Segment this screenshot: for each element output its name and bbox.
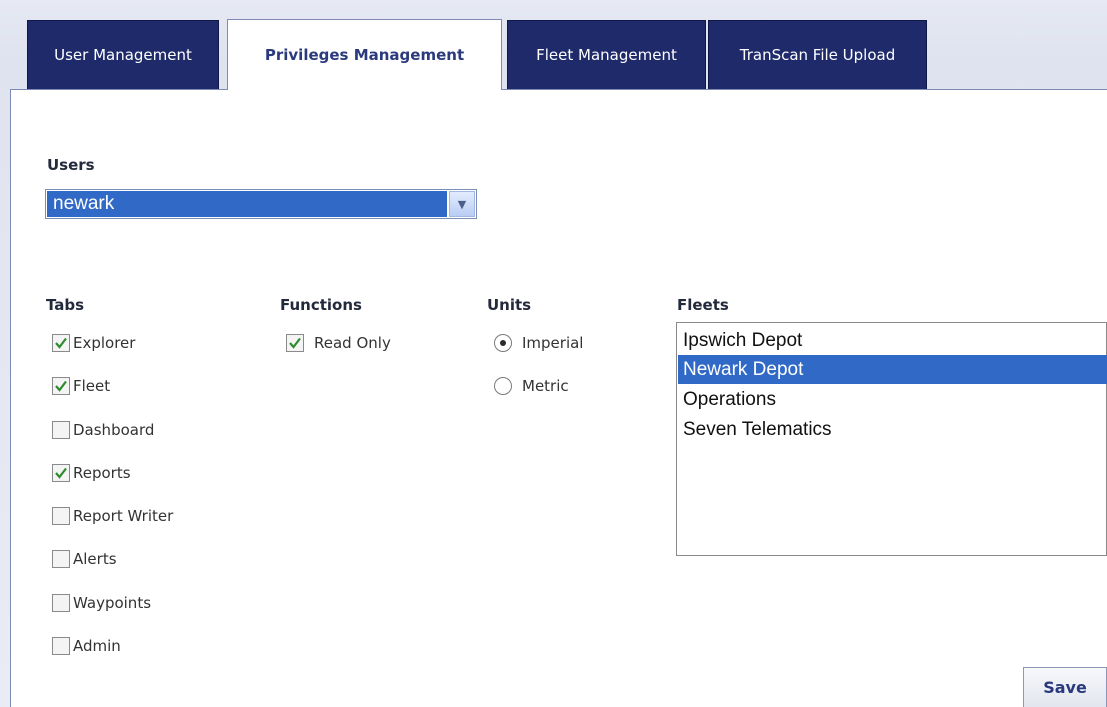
radio-button[interactable] xyxy=(494,377,512,395)
fleet-option-selected[interactable]: Newark Depot xyxy=(678,355,1107,384)
checkbox[interactable] xyxy=(52,637,70,655)
users-label: Users xyxy=(47,156,95,174)
units-label: Units xyxy=(487,296,532,314)
fleet-option[interactable]: Seven Telematics xyxy=(678,415,1107,444)
checkbox[interactable] xyxy=(52,550,70,568)
tab-transcan-file-upload[interactable]: TranScan File Upload xyxy=(708,20,927,89)
tabs-label: Tabs xyxy=(46,296,85,314)
tab-checkbox-fleet[interactable]: Fleet xyxy=(52,377,110,395)
units-option-imperial[interactable]: Imperial xyxy=(494,334,583,352)
checkbox-label: Report Writer xyxy=(73,507,174,525)
checkbox-label: Admin xyxy=(73,637,121,655)
tab-checkbox-dashboard[interactable]: Dashboard xyxy=(52,421,154,439)
functions-label: Functions xyxy=(280,296,362,314)
tab-label: TranScan File Upload xyxy=(739,46,896,64)
radio-label: Imperial xyxy=(522,334,584,352)
checkmark-icon xyxy=(289,337,301,349)
radio-label: Metric xyxy=(522,377,569,395)
tab-checkbox-reports[interactable]: Reports xyxy=(52,464,131,482)
users-select[interactable]: newark ▼ xyxy=(45,189,477,219)
checkbox-label: Fleet xyxy=(73,377,111,395)
users-select-value: newark xyxy=(47,191,447,217)
checkbox[interactable] xyxy=(52,507,70,525)
fleets-label: Fleets xyxy=(677,296,729,314)
checkbox[interactable] xyxy=(52,334,70,352)
tab-fleet-management[interactable]: Fleet Management xyxy=(507,20,706,89)
units-option-metric[interactable]: Metric xyxy=(494,377,569,395)
save-button-label: Save xyxy=(1043,678,1087,697)
checkbox[interactable] xyxy=(52,594,70,612)
tab-checkbox-alerts[interactable]: Alerts xyxy=(52,550,117,568)
checkbox[interactable] xyxy=(286,334,304,352)
checkmark-icon xyxy=(55,467,67,479)
tab-user-management[interactable]: User Management xyxy=(27,20,219,89)
checkmark-icon xyxy=(55,337,67,349)
checkbox-label: Waypoints xyxy=(73,594,152,612)
checkbox-label: Reports xyxy=(73,464,131,482)
tab-checkbox-admin[interactable]: Admin xyxy=(52,637,121,655)
tab-label: User Management xyxy=(54,46,192,64)
tab-label: Privileges Management xyxy=(264,46,465,64)
tab-checkbox-explorer[interactable]: Explorer xyxy=(52,334,135,352)
checkbox-label: Read Only xyxy=(314,334,391,352)
tab-checkbox-report-writer[interactable]: Report Writer xyxy=(52,507,173,525)
chevron-down-icon[interactable]: ▼ xyxy=(449,191,475,217)
checkbox-label: Explorer xyxy=(73,334,136,352)
tab-checkbox-waypoints[interactable]: Waypoints xyxy=(52,594,151,612)
checkbox[interactable] xyxy=(52,464,70,482)
fleet-option[interactable]: Ipswich Depot xyxy=(678,326,1107,355)
function-read-only[interactable]: Read Only xyxy=(286,334,391,352)
save-button[interactable]: Save xyxy=(1023,667,1107,707)
checkbox[interactable] xyxy=(52,377,70,395)
checkbox[interactable] xyxy=(52,421,70,439)
tab-privileges-management[interactable]: Privileges Management xyxy=(227,19,502,90)
checkbox-label: Dashboard xyxy=(73,421,155,439)
tab-label: Fleet Management xyxy=(536,46,677,64)
tab-bar: User Management Privileges Management Fl… xyxy=(0,0,1107,90)
fleet-option[interactable]: Operations xyxy=(678,385,1107,414)
checkbox-label: Alerts xyxy=(73,550,117,568)
radio-button[interactable] xyxy=(494,334,512,352)
checkmark-icon xyxy=(55,380,67,392)
fleets-listbox[interactable]: Ipswich Depot Newark Depot Operations Se… xyxy=(676,322,1107,556)
